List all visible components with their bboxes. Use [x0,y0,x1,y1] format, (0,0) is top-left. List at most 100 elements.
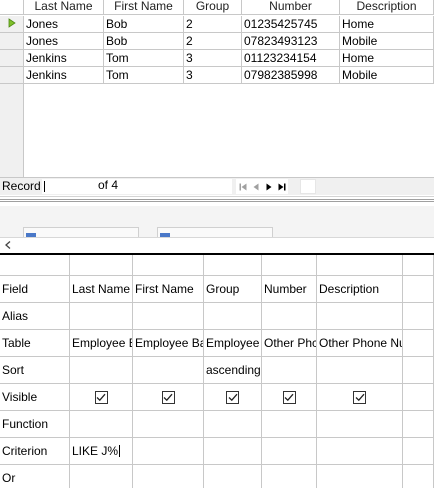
field-cell[interactable]: Last Name [70,276,133,303]
sort-cell[interactable] [317,357,403,384]
or-cell[interactable] [70,465,133,488]
table-cell[interactable]: Other Phc [262,330,317,357]
criterion-input[interactable]: LIKE J% [72,444,118,458]
grid-corner[interactable] [0,0,24,15]
first-record-icon[interactable] [236,179,249,194]
function-cell[interactable] [70,411,133,438]
or-cell[interactable] [133,465,204,488]
visible-cell-empty[interactable] [403,384,434,411]
field-cell[interactable]: First Name [133,276,204,303]
column-header-first-name[interactable]: First Name [104,0,184,15]
visible-checkbox[interactable] [94,390,108,404]
cell-number[interactable]: 07982385998 [242,67,340,84]
row-handle[interactable] [0,67,24,84]
or-cell[interactable] [204,465,262,488]
table-row[interactable]: Jones Bob 2 01235425745 Home [0,16,434,33]
alias-cell[interactable] [133,303,204,330]
cell-group[interactable]: 2 [184,16,242,33]
table-window-other-phone[interactable] [157,227,273,237]
criterion-cell[interactable] [133,438,204,465]
design-column-handle[interactable] [204,255,262,276]
table-window-employee[interactable] [23,227,139,237]
sort-cell-empty[interactable] [403,357,434,384]
last-record-icon[interactable] [275,179,288,194]
function-cell[interactable] [262,411,317,438]
record-number-input[interactable] [42,179,97,194]
or-cell-empty[interactable] [403,465,434,488]
visible-checkbox[interactable] [353,390,366,404]
cell-first-name[interactable]: Bob [104,33,184,50]
cell-last-name[interactable]: Jones [24,16,104,33]
sort-cell[interactable] [133,357,204,384]
design-column-handle[interactable] [403,255,434,276]
cell-last-name[interactable]: Jones [24,33,104,50]
design-column-handle[interactable] [262,255,317,276]
table-cell[interactable]: Other Phone Nu [317,330,403,357]
alias-cell[interactable] [262,303,317,330]
criterion-cell[interactable] [262,438,317,465]
field-cell[interactable]: Group [204,276,262,303]
table-row[interactable]: Jones Bob 2 07823493123 Mobile [0,33,434,50]
function-cell[interactable] [317,411,403,438]
alias-cell-empty[interactable] [403,303,434,330]
criterion-cell[interactable] [204,438,262,465]
column-header-last-name[interactable]: Last Name [24,0,104,15]
pane-splitter[interactable] [0,196,434,206]
function-cell[interactable] [133,411,204,438]
previous-record-icon[interactable] [249,179,262,194]
table-row[interactable]: Jenkins Tom 3 01123234154 Home [0,50,434,67]
row-handle[interactable] [0,16,24,33]
table-pane-scrollbar[interactable] [0,237,434,251]
field-cell-empty[interactable] [403,276,434,303]
criterion-cell[interactable] [317,438,403,465]
design-column-handle[interactable] [70,255,133,276]
or-cell[interactable] [262,465,317,488]
function-cell-empty[interactable] [403,411,434,438]
table-cell[interactable]: Employee [204,330,262,357]
criterion-cell-empty[interactable] [403,438,434,465]
table-cell-empty[interactable] [403,330,434,357]
cell-description[interactable]: Mobile [340,33,434,50]
function-cell[interactable] [204,411,262,438]
cell-number[interactable]: 01235425745 [242,16,340,33]
column-header-number[interactable]: Number [242,0,340,15]
sort-cell[interactable]: ascending [204,357,262,384]
visible-checkbox[interactable] [282,390,296,404]
design-column-handle[interactable] [317,255,403,276]
cell-first-name[interactable]: Tom [104,67,184,84]
field-cell[interactable]: Description [317,276,403,303]
next-record-icon[interactable] [262,179,275,194]
row-handle[interactable] [0,33,24,50]
row-handle[interactable] [0,50,24,67]
design-column-handle[interactable] [133,255,204,276]
table-cell[interactable]: Employee B [70,330,133,357]
cell-description[interactable]: Mobile [340,67,434,84]
cell-group[interactable]: 3 [184,50,242,67]
sort-cell[interactable] [70,357,133,384]
column-header-group[interactable]: Group [184,0,242,15]
scroll-left-icon[interactable] [2,239,14,251]
cell-first-name[interactable]: Tom [104,50,184,67]
cell-description[interactable]: Home [340,50,434,67]
cell-group[interactable]: 3 [184,67,242,84]
column-header-description[interactable]: Description [340,0,434,15]
alias-cell[interactable] [317,303,403,330]
cell-group[interactable]: 2 [184,33,242,50]
visible-checkbox[interactable] [226,390,239,404]
cell-first-name[interactable]: Bob [104,16,184,33]
cell-last-name[interactable]: Jenkins [24,67,104,84]
alias-cell[interactable] [204,303,262,330]
cell-number[interactable]: 07823493123 [242,33,340,50]
visible-checkbox[interactable] [161,390,175,404]
alias-cell[interactable] [70,303,133,330]
sort-cell[interactable] [262,357,317,384]
nav-extra-button[interactable] [300,179,316,194]
cell-number[interactable]: 01123234154 [242,50,340,67]
cell-last-name[interactable]: Jenkins [24,50,104,67]
or-cell[interactable] [317,465,403,488]
table-row[interactable]: Jenkins Tom 3 07982385998 Mobile [0,67,434,84]
table-cell[interactable]: Employee Ba [133,330,204,357]
field-cell[interactable]: Number [262,276,317,303]
cell-description[interactable]: Home [340,16,434,33]
criterion-cell[interactable]: LIKE J% [70,438,133,465]
